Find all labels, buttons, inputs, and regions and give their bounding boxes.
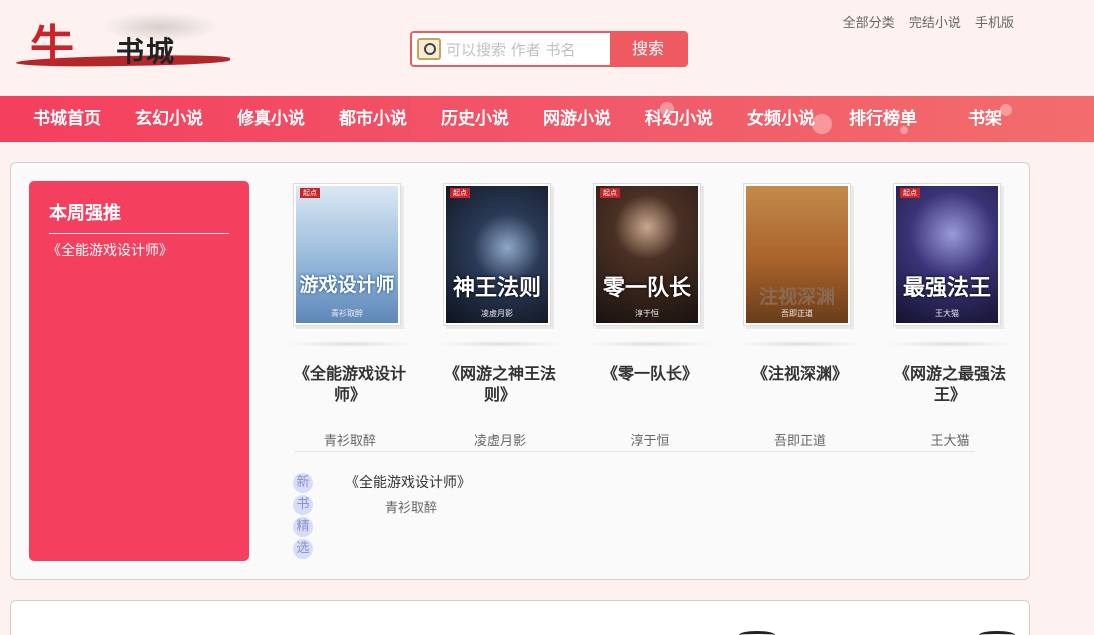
cover-shadow	[285, 341, 415, 347]
cover-shadow	[435, 341, 565, 347]
cover-art	[296, 186, 398, 323]
book-title[interactable]: 《全能游戏设计 师》	[285, 363, 415, 405]
nav-decor-bubble	[812, 114, 832, 134]
search-button[interactable]: 搜索	[610, 33, 686, 65]
nav-item-xuanhuan[interactable]: 玄幻小说	[118, 96, 220, 142]
cover-author: 淳于恒	[635, 309, 659, 318]
book-title-line: 师》	[333, 385, 366, 404]
book-title[interactable]: 《网游之神王法 则》	[435, 363, 565, 405]
nav-item-dushi[interactable]: 都市小说	[322, 96, 424, 142]
nav-item-ranking[interactable]: 排行榜单	[832, 96, 934, 142]
book-title[interactable]: 《零一队长》	[585, 363, 715, 384]
top-links: 全部分类 完结小说 手机版	[833, 12, 1014, 31]
book-author: 淳于恒	[630, 434, 670, 449]
book-author: 王大猫	[930, 434, 970, 449]
book-cover[interactable]: 起点 游戏设计师 青衫取醉	[293, 183, 401, 326]
cover-title: 游戏设计师	[299, 274, 395, 296]
book-title-line: 《网游之神王法	[443, 364, 556, 383]
cover-badge: 起点	[600, 188, 620, 198]
book-cover[interactable]: 起点 最强法王 王大猫	[893, 183, 1001, 326]
cover-badge: 起点	[900, 188, 920, 198]
cover-art	[446, 186, 548, 323]
cover-author: 青衫取醉	[331, 309, 363, 318]
cover-title: 神王法则	[452, 275, 541, 301]
book-grid: 起点 游戏设计师 青衫取醉 《全能游戏设计 师》 青衫取醉 起点 神王法则 凌虚…	[285, 183, 1015, 449]
cover-badge: 起点	[300, 188, 320, 198]
new-picks-char: 书	[293, 495, 313, 515]
new-pick-author: 青衫取醉	[385, 501, 438, 516]
recommend-panel: 本周强推 《全能游戏设计师》 起点 游戏设计师 青衫取醉 《全能游戏设计 师》 …	[10, 162, 1030, 580]
logo-big-char: 牛	[30, 21, 74, 72]
book-author: 凌虚月影	[473, 434, 526, 449]
section-divider	[295, 451, 975, 452]
book-title-line: 王》	[933, 385, 966, 404]
cover-title: 零一队长	[602, 275, 691, 301]
book-title[interactable]: 《注视深渊》	[735, 363, 865, 384]
book-cover[interactable]: 注视深渊 吾即正道	[743, 183, 851, 326]
cover-title: 最强法王	[902, 275, 991, 301]
nav-item-lishi[interactable]: 历史小说	[424, 96, 526, 142]
secondary-panel	[10, 600, 1030, 635]
nav-item-kehuan[interactable]: 科幻小说	[628, 96, 730, 142]
book-title-line: 《全能游戏设计	[293, 364, 406, 383]
book-title-line: 《注视深渊》	[751, 364, 848, 383]
panel-decor	[979, 631, 1015, 635]
new-picks-char: 精	[293, 517, 313, 537]
panel-decor	[739, 631, 775, 635]
new-picks-label: 新 书 精 选	[293, 473, 315, 561]
cover-title: 注视深渊	[758, 286, 835, 308]
nav-decor-bubble	[900, 126, 908, 134]
book-title-line: 则》	[483, 385, 516, 404]
cover-art	[596, 186, 698, 323]
search-box: 搜索	[410, 31, 688, 67]
weekly-title: 本周强推	[49, 199, 229, 234]
nav-decor-bubble	[1000, 104, 1012, 116]
nav-item-xiuzhen[interactable]: 修真小说	[220, 96, 322, 142]
cover-shadow	[585, 341, 715, 347]
cover-shadow	[735, 341, 865, 347]
nav-item-home[interactable]: 书城首页	[16, 96, 118, 142]
cover-author: 王大猫	[935, 309, 959, 318]
new-picks-char: 新	[293, 473, 313, 493]
weekly-picks: 本周强推 《全能游戏设计师》	[29, 181, 249, 561]
search-icon	[417, 38, 441, 60]
book-title-line: 《零一队长》	[601, 364, 698, 383]
main-nav: 书城首页 玄幻小说 修真小说 都市小说 历史小说 网游小说 科幻小说 女频小说 …	[0, 96, 1094, 142]
book-author: 吾即正道	[773, 434, 826, 449]
site-header: 牛 书城 搜索 全部分类 完结小说 手机版	[0, 0, 1094, 96]
new-pick-title[interactable]: 《全能游戏设计师》	[345, 472, 471, 492]
cover-badge: 起点	[450, 188, 470, 198]
nav-decor-bubble	[660, 102, 674, 116]
book-cover[interactable]: 起点 零一队长 淳于恒	[593, 183, 701, 326]
book-title[interactable]: 《网游之最强法 王》	[885, 363, 1015, 405]
link-mobile[interactable]: 手机版	[975, 16, 1014, 31]
site-logo[interactable]: 牛 书城	[15, 10, 232, 72]
book-title-line: 《网游之最强法	[893, 364, 1006, 383]
nav-item-wangyou[interactable]: 网游小说	[526, 96, 628, 142]
new-picks-char: 选	[293, 539, 313, 559]
book-cover[interactable]: 起点 神王法则 凌虚月影	[443, 183, 551, 326]
logo-text: 书城	[116, 35, 177, 68]
cover-shadow	[885, 341, 1015, 347]
nav-item-bookshelf[interactable]: 书架	[934, 96, 1036, 142]
book-author: 青衫取醉	[323, 434, 376, 449]
link-all-categories[interactable]: 全部分类	[843, 16, 895, 31]
search-input[interactable]	[446, 37, 612, 63]
cover-author: 凌虚月影	[481, 309, 513, 318]
cover-author: 吾即正道	[781, 309, 813, 318]
cover-art	[896, 186, 998, 323]
link-completed[interactable]: 完结小说	[909, 16, 961, 31]
weekly-item[interactable]: 《全能游戏设计师》	[47, 240, 249, 260]
